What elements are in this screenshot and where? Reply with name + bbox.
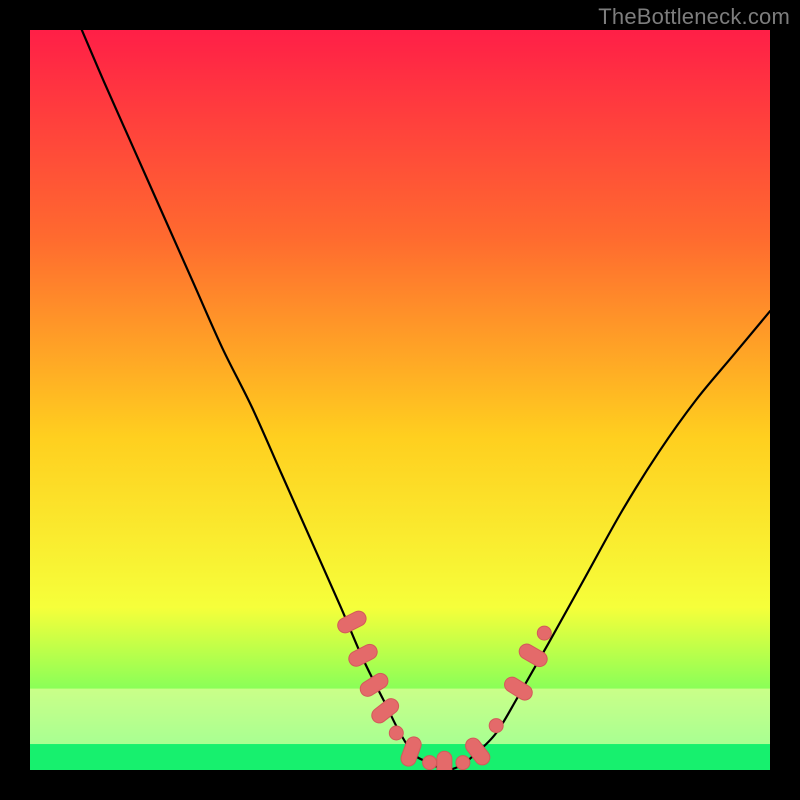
curve-marker (489, 719, 503, 733)
curve-marker (437, 751, 452, 770)
curve-marker (456, 756, 470, 770)
curve-marker (389, 726, 403, 740)
chart-svg (30, 30, 770, 770)
chart-frame: TheBottleneck.com (0, 0, 800, 800)
plot-area (30, 30, 770, 770)
gradient-background (30, 30, 770, 770)
curve-marker (423, 756, 437, 770)
curve-marker (537, 626, 551, 640)
baseline-strip (30, 744, 770, 770)
watermark-text: TheBottleneck.com (598, 4, 790, 30)
